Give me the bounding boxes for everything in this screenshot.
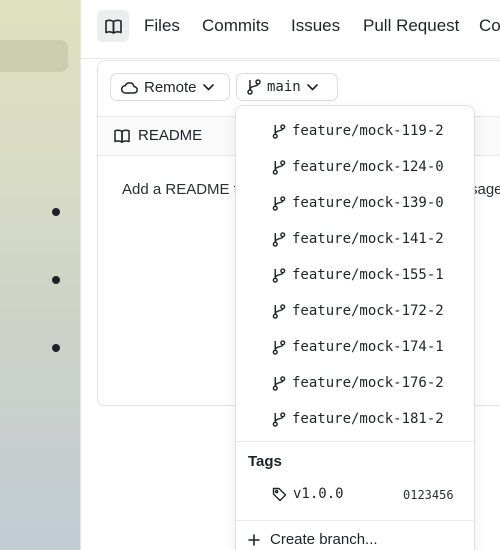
branch-name: feature/mock-174-1 <box>292 339 444 355</box>
branch-name: feature/mock-124-0 <box>292 159 444 175</box>
book-button[interactable] <box>97 10 129 42</box>
git-branch-icon <box>272 375 286 391</box>
book-icon <box>104 19 122 34</box>
git-branch-icon <box>272 159 286 175</box>
sidebar-selected-item[interactable] <box>0 40 68 72</box>
branch-item[interactable]: feature/mock-139-0 <box>272 193 444 213</box>
readme-title: README <box>114 127 202 144</box>
branch-item[interactable]: feature/mock-124-0 <box>272 157 444 177</box>
git-branch-icon <box>272 195 286 211</box>
git-branch-icon <box>272 339 286 355</box>
git-branch-icon <box>272 267 286 283</box>
branch-item[interactable]: feature/mock-119-2 <box>272 121 444 141</box>
readme-title-text: README <box>138 127 203 144</box>
dropdown-divider <box>236 441 474 442</box>
branch-name: feature/mock-141-2 <box>292 231 444 247</box>
chevron-down-icon <box>306 83 318 91</box>
branch-name: feature/mock-119-2 <box>292 123 444 139</box>
branch-item[interactable]: feature/mock-155-1 <box>272 265 444 285</box>
nav-divider <box>81 58 500 59</box>
readme-message: Add a README to <box>122 181 247 198</box>
tab-commits[interactable]: Commits <box>202 16 269 36</box>
sidebar-dot[interactable] <box>52 208 60 216</box>
branch-item[interactable]: feature/mock-176-2 <box>272 373 444 393</box>
branch-item[interactable]: feature/mock-172-2 <box>272 301 444 321</box>
branch-name: feature/mock-181-2 <box>292 411 444 427</box>
branch-item[interactable]: feature/mock-141-2 <box>272 229 444 249</box>
plus-icon <box>248 533 260 546</box>
tag-name: v1.0.0 <box>293 486 344 502</box>
git-branch-icon <box>272 123 286 139</box>
git-branch-icon <box>272 231 286 247</box>
tab-files[interactable]: Files <box>144 16 180 36</box>
create-branch-label: Create branch... <box>270 531 378 548</box>
git-branch-icon <box>272 303 286 319</box>
create-branch-button[interactable]: Create branch... <box>248 531 378 548</box>
chevron-down-icon <box>202 83 214 91</box>
branch-item[interactable]: feature/mock-174-1 <box>272 337 444 357</box>
branch-name: feature/mock-176-2 <box>292 375 444 391</box>
sidebar-dot[interactable] <box>52 276 60 284</box>
branch-select[interactable]: main <box>236 73 338 101</box>
branch-name: feature/mock-139-0 <box>292 195 444 211</box>
sidebar-dot[interactable] <box>52 344 60 352</box>
tag-item[interactable]: v1.0.0 <box>272 486 344 502</box>
tab-pull-request[interactable]: Pull Request <box>363 16 459 36</box>
dropdown-divider <box>236 520 474 521</box>
left-sidebar <box>0 0 80 550</box>
tab-more[interactable]: Co <box>479 16 500 36</box>
tags-heading: Tags <box>248 453 282 470</box>
branch-item[interactable]: feature/mock-181-2 <box>272 409 444 429</box>
tag-hash: 0123456 <box>403 488 454 502</box>
remote-select[interactable]: Remote <box>110 73 230 101</box>
branch-label: main <box>267 79 301 95</box>
git-branch-icon <box>247 79 261 95</box>
repo-nav: Files Commits Issues Pull Request Co <box>81 0 500 56</box>
branch-name: feature/mock-155-1 <box>292 267 444 283</box>
remote-label: Remote <box>144 78 197 96</box>
tag-icon <box>272 487 287 502</box>
cloud-icon <box>121 81 138 94</box>
tab-issues[interactable]: Issues <box>291 16 340 36</box>
git-branch-icon <box>272 411 286 427</box>
sidebar-divider <box>80 0 81 550</box>
branch-name: feature/mock-172-2 <box>292 303 444 319</box>
book-icon <box>114 128 130 143</box>
